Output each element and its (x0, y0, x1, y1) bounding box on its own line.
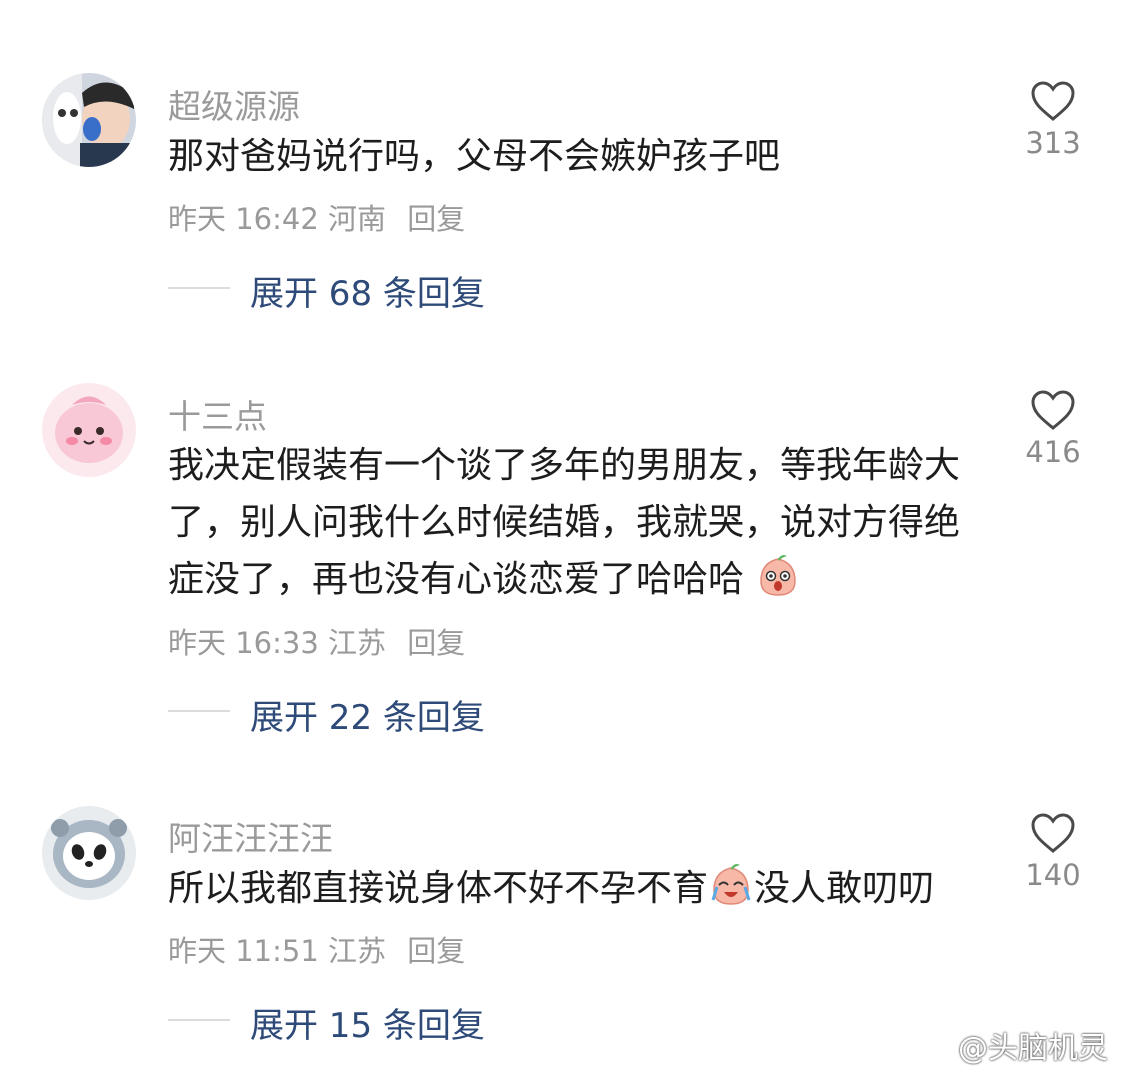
watermark: @头脑机灵 (918, 1023, 1108, 1072)
like-button[interactable]: 416 (1024, 389, 1082, 469)
comment-text: 那对爸妈说行吗，父母不会嫉妒孩子吧 (168, 128, 968, 185)
reply-button[interactable]: 回复 (407, 202, 465, 236)
like-count: 140 (1025, 858, 1081, 892)
avatar[interactable] (42, 383, 136, 477)
like-button[interactable]: 313 (1024, 80, 1082, 160)
weibo-logo-icon (918, 1034, 952, 1072)
comment-text: 所以我都直接说身体不好不孕不育 没人敢叨叨 (168, 860, 968, 925)
like-count: 416 (1025, 435, 1081, 469)
comment-meta: 昨天 16:33 江苏 回复 (168, 620, 465, 662)
heart-icon (1031, 390, 1075, 430)
avatar[interactable] (42, 73, 136, 167)
username[interactable]: 超级源源 (168, 80, 300, 128)
watermark-text: @头脑机灵 (958, 1031, 1108, 1066)
reply-button[interactable]: 回复 (407, 626, 465, 660)
comment-text-line-with-emoji: 症没了，再也没有心谈恋爱了哈哈哈 (168, 551, 968, 616)
comment-time-location: 昨天 11:51 江苏 (168, 934, 387, 968)
heart-icon (1031, 81, 1075, 121)
username[interactable]: 十三点 (168, 390, 267, 438)
crying-laugh-peach-emoji-icon (708, 862, 754, 925)
comment-text-line: 我决定假装有一个谈了多年的男朋友，等我年龄大 (168, 445, 961, 486)
comment-meta: 昨天 16:42 河南 回复 (168, 196, 465, 238)
like-count: 313 (1025, 126, 1081, 160)
heart-icon (1031, 813, 1075, 853)
comment-meta: 昨天 11:51 江苏 回复 (168, 928, 465, 970)
comment-text-line: 了，别人问我什么时候结婚，我就哭，说对方得绝 (168, 502, 961, 543)
like-button[interactable]: 140 (1024, 812, 1082, 892)
expand-divider (168, 1019, 230, 1021)
comment-text: 我决定假装有一个谈了多年的男朋友，等我年龄大 了，别人问我什么时候结婚，我就哭，… (168, 437, 968, 616)
comment-text-part: 所以我都直接说身体不好不孕不育 (168, 868, 709, 909)
comment-text-line: 那对爸妈说行吗，父母不会嫉妒孩子吧 (168, 136, 781, 177)
username[interactable]: 阿汪汪汪汪 (168, 812, 333, 860)
expand-replies-button[interactable]: 展开 22 条回复 (250, 690, 485, 739)
expand-divider (168, 287, 230, 289)
surprised-peach-emoji-icon (755, 553, 801, 616)
avatar[interactable] (42, 806, 136, 900)
expand-replies-button[interactable]: 展开 15 条回复 (250, 998, 485, 1047)
expand-replies-button[interactable]: 展开 68 条回复 (250, 266, 485, 315)
comment-text-part: 没人敢叨叨 (754, 868, 935, 909)
comment-text-line: 症没了，再也没有心谈恋爱了哈哈哈 (168, 559, 745, 600)
reply-button[interactable]: 回复 (407, 934, 465, 968)
expand-divider (168, 710, 230, 712)
photo-avatar-icon (42, 73, 136, 167)
panda-plush-avatar-icon (42, 806, 136, 900)
comment-time-location: 昨天 16:33 江苏 (168, 626, 387, 660)
comment-time-location: 昨天 16:42 河南 (168, 202, 387, 236)
pink-cartoon-avatar-icon (42, 383, 136, 477)
